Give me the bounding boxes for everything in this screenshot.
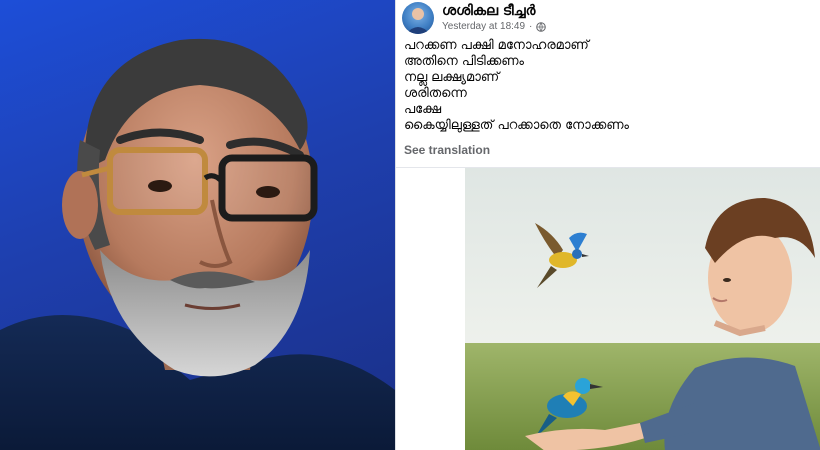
- post-line: പക്ഷേ: [404, 102, 442, 117]
- portrait-illustration: [0, 38, 395, 450]
- avatar-person-icon: [406, 8, 430, 34]
- post-line: പറക്കണ പക്ഷി മനോഹരമാണ്: [404, 38, 589, 53]
- post-timestamp[interactable]: Yesterday at 18:49: [442, 21, 525, 32]
- meta-separator: ·: [529, 21, 533, 32]
- post-message: പറക്കണ പക്ഷി മനോഹരമാണ് അതിനെ പിടിക്കണം ന…: [404, 38, 814, 134]
- portrait-photo: [0, 0, 395, 450]
- post-line: ശരിതന്നെ: [404, 86, 467, 101]
- post-line: നല്ല ലക്ഷ്യമാണ്: [404, 70, 500, 85]
- social-post: ശശികല ടീച്ചർ Yesterday at 18:49 · പറക്കണ…: [395, 0, 820, 450]
- see-translation-link[interactable]: See translation: [404, 143, 490, 157]
- globe-icon[interactable]: [536, 21, 547, 32]
- post-line: കൈയ്യിലുള്ളത് പറക്കാതെ നോക്കണം: [404, 118, 629, 133]
- post-image-area: [396, 167, 820, 450]
- post-meta: Yesterday at 18:49 ·: [442, 21, 547, 32]
- bird-and-boy-illustration: [465, 168, 820, 450]
- author-name[interactable]: ശശികല ടീച്ചർ: [442, 3, 535, 19]
- post-header: ശശികല ടീച്ചർ Yesterday at 18:49 ·: [402, 2, 817, 36]
- post-line: അതിനെ പിടിക്കണം: [404, 54, 524, 69]
- avatar[interactable]: [402, 2, 434, 34]
- post-image[interactable]: [465, 168, 820, 450]
